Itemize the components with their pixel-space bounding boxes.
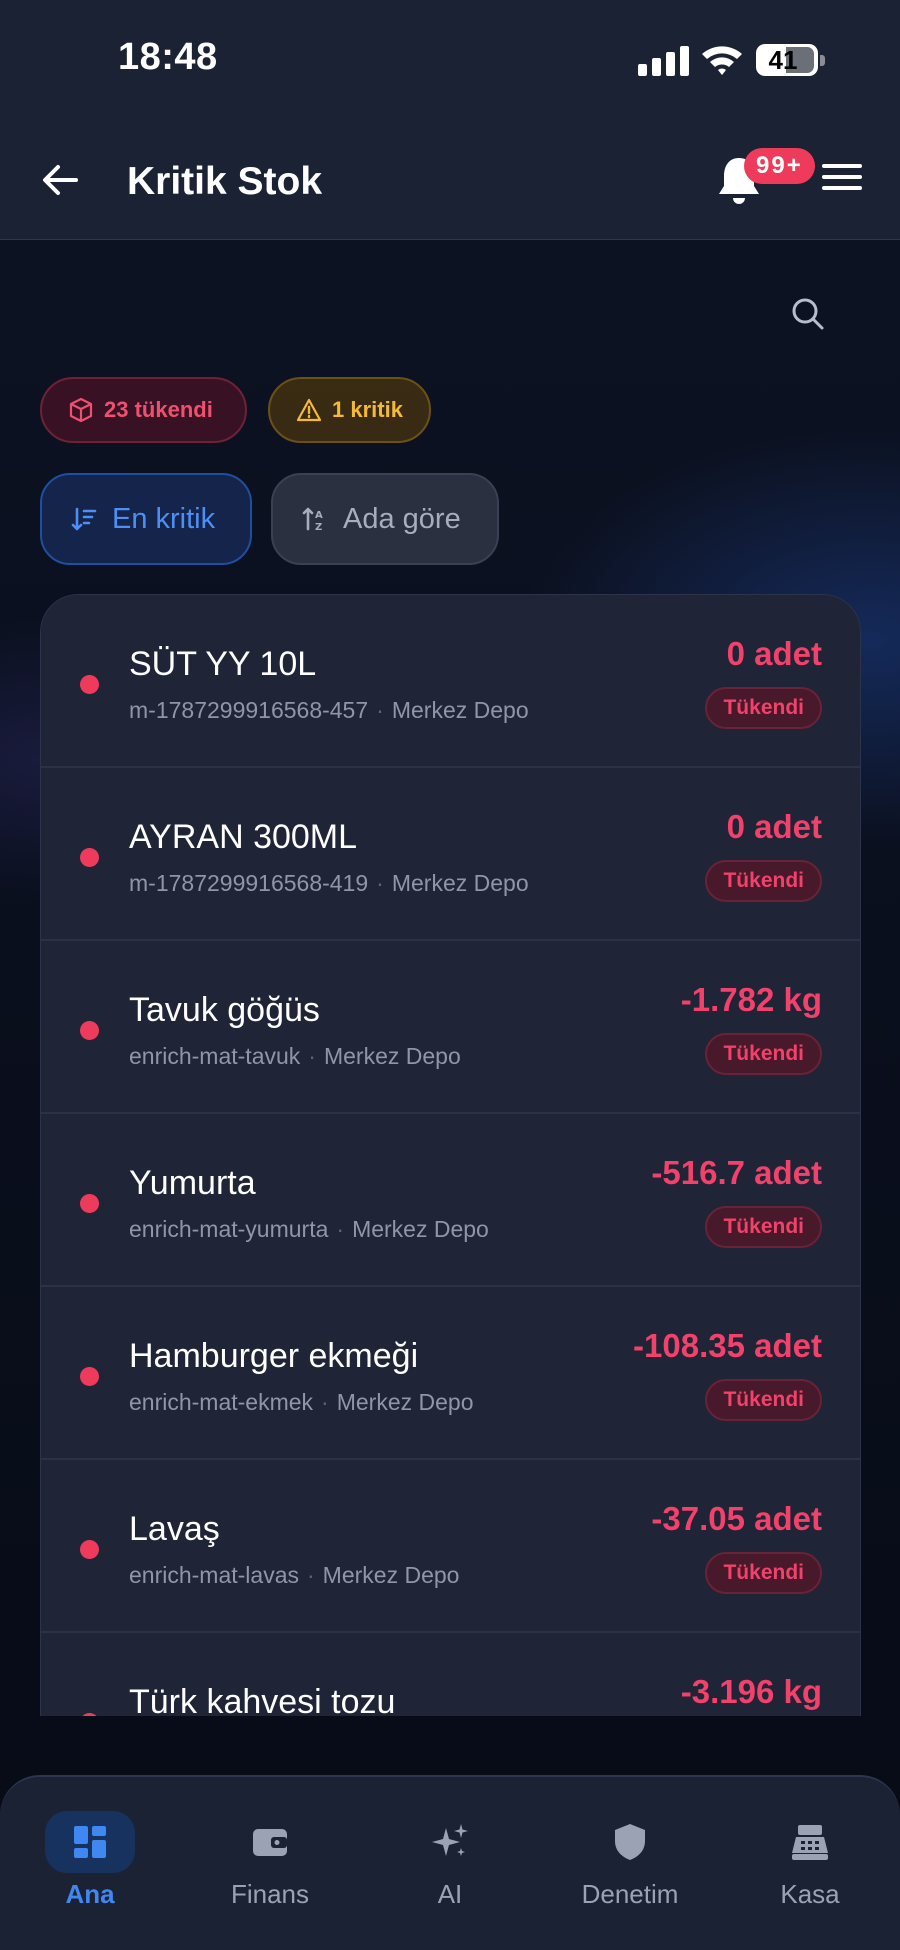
status-badge: Tükendi: [705, 860, 822, 902]
stock-item[interactable]: Türk kahvesi tozu -3.196 kg: [41, 1633, 860, 1716]
item-meta: enrich-mat-ekmek · Merkez Depo: [129, 1389, 474, 1415]
item-code: m-1787299916568-457: [129, 697, 369, 723]
item-quantity: -37.05 adet: [651, 1500, 822, 1537]
sort-by-name-label: Ada göre: [343, 502, 461, 535]
item-meta: enrich-mat-tavuk · Merkez Depo: [129, 1043, 461, 1069]
nav-item-ai[interactable]: AI: [385, 1811, 515, 1921]
critical-stock-screen: 18:48 41 Kritik Stok 99+ 23 tükendi 1 kr…: [0, 0, 900, 1950]
status-dot: [80, 1540, 99, 1559]
critical-count: 1 kritik: [332, 397, 403, 422]
item-location: Merkez Depo: [391, 697, 529, 723]
dashboard-icon: [45, 1811, 135, 1873]
out-of-stock-count: 23 tükendi: [104, 397, 213, 422]
status-dot: [80, 1194, 99, 1213]
status-badge: Tükendi: [705, 1552, 822, 1594]
sort-most-critical-button[interactable]: En kritik: [40, 473, 252, 565]
stock-item[interactable]: Yumurta enrich-mat-yumurta · Merkez Depo -…: [41, 1114, 860, 1287]
item-location: Merkez Depo: [352, 1216, 489, 1242]
item-quantity: -1.782 kg: [680, 981, 822, 1018]
stock-list: SÜT YY 10L m-1787299916568-457 · Merkez De…: [40, 594, 861, 1716]
item-name: Hamburger ekmeği: [129, 1337, 419, 1375]
item-location: Merkez Depo: [336, 1389, 474, 1415]
item-code: enrich-mat-lavas: [129, 1562, 299, 1588]
svg-text:A: A: [315, 510, 323, 521]
item-quantity: 0 adet: [726, 635, 822, 672]
package-x-icon: [69, 397, 93, 423]
item-meta: m-1787299916568-457 · Merkez Depo: [129, 697, 529, 723]
nav-label: Finans: [230, 1879, 310, 1909]
battery-icon: 41: [756, 44, 825, 76]
status-badge: Tükendi: [705, 1033, 822, 1075]
page-title: Kritik Stok: [127, 160, 323, 203]
notification-badge: 99+: [744, 148, 815, 184]
status-badge: Tükendi: [705, 687, 822, 729]
warning-triangle-icon: [296, 398, 322, 422]
status-time: 18:48: [118, 36, 218, 78]
sort-descending-icon: [71, 507, 97, 531]
back-arrow-icon[interactable]: [38, 158, 82, 202]
critical-chip[interactable]: 1 kritik: [268, 377, 431, 443]
status-dot: [80, 1713, 99, 1716]
item-name: AYRAN 300ML: [129, 818, 358, 856]
svg-text:Z: Z: [315, 522, 322, 533]
item-quantity: -108.35 adet: [633, 1327, 822, 1364]
item-code: enrich-mat-ekmek: [129, 1389, 314, 1415]
hamburger-menu-icon[interactable]: [822, 164, 862, 194]
cellular-signal-icon: [638, 46, 689, 76]
item-meta: enrich-mat-lavas · Merkez Depo: [129, 1562, 460, 1588]
nav-item-finans[interactable]: Finans: [205, 1811, 335, 1921]
item-location: Merkez Depo: [391, 870, 529, 896]
item-meta: enrich-mat-yumurta · Merkez Depo: [129, 1216, 489, 1242]
nav-item-ana[interactable]: Ana: [25, 1811, 155, 1921]
stock-item[interactable]: Hamburger ekmeği enrich-mat-ekmek · Merkez…: [41, 1287, 860, 1460]
status-bar: 18:48 41: [0, 0, 900, 120]
item-code: m-1787299916568-419: [129, 870, 369, 896]
status-badge: Tükendi: [705, 1206, 822, 1248]
cash-register-icon: [765, 1811, 855, 1873]
stock-list-container: SÜT YY 10L m-1787299916568-457 · Merkez De…: [40, 594, 861, 1716]
nav-label: AI: [437, 1879, 463, 1909]
item-name: Tavuk göğüs: [129, 991, 320, 1029]
nav-item-kasa[interactable]: Kasa: [745, 1811, 875, 1921]
sort-alphabetical-icon: A Z: [302, 507, 323, 533]
item-name: Türk kahvesi tozu: [129, 1683, 396, 1716]
nav-label: Denetim: [581, 1879, 679, 1909]
nav-item-denetim[interactable]: Denetim: [565, 1811, 695, 1921]
item-quantity: -3.196 kg: [680, 1673, 822, 1710]
item-quantity: 0 adet: [726, 808, 822, 845]
sort-most-critical-label: En kritik: [112, 502, 216, 535]
stock-item[interactable]: Lavaş enrich-mat-lavas · Merkez Depo -37.0…: [41, 1460, 860, 1633]
item-code: enrich-mat-yumurta: [129, 1216, 329, 1242]
out-of-stock-chip[interactable]: 23 tükendi: [40, 377, 247, 443]
battery-level: 41: [768, 45, 798, 75]
wallet-icon: [225, 1811, 315, 1873]
sort-by-name-button[interactable]: A Z Ada göre: [271, 473, 499, 565]
search-icon[interactable]: [790, 296, 826, 332]
item-code: enrich-mat-tavuk: [129, 1043, 301, 1069]
item-location: Merkez Depo: [322, 1562, 460, 1588]
item-name: Lavaş: [129, 1510, 220, 1548]
wifi-icon: [702, 46, 742, 75]
sparkles-icon: [405, 1811, 495, 1873]
item-location: Merkez Depo: [323, 1043, 461, 1069]
status-dot: [80, 675, 99, 694]
stock-item[interactable]: Tavuk göğüs enrich-mat-tavuk · Merkez Depo…: [41, 941, 860, 1114]
item-quantity: -516.7 adet: [651, 1154, 822, 1191]
app-bar: Kritik Stok 99+: [0, 120, 900, 240]
status-badge: Tükendi: [705, 1379, 822, 1421]
stock-item[interactable]: AYRAN 300ML m-1787299916568-419 · Merkez D…: [41, 768, 860, 941]
item-name: SÜT YY 10L: [129, 645, 317, 683]
item-name: Yumurta: [129, 1164, 256, 1202]
nav-label: Ana: [65, 1879, 115, 1909]
stock-item[interactable]: SÜT YY 10L m-1787299916568-457 · Merkez De…: [41, 595, 860, 768]
status-dot: [80, 848, 99, 867]
bottom-navigation: Ana Finans AI Denetim Kasa: [0, 1775, 900, 1950]
status-dot: [80, 1021, 99, 1040]
status-dot: [80, 1367, 99, 1386]
shield-icon: [585, 1811, 675, 1873]
item-meta: m-1787299916568-419 · Merkez Depo: [129, 870, 529, 896]
nav-label: Kasa: [780, 1879, 840, 1909]
